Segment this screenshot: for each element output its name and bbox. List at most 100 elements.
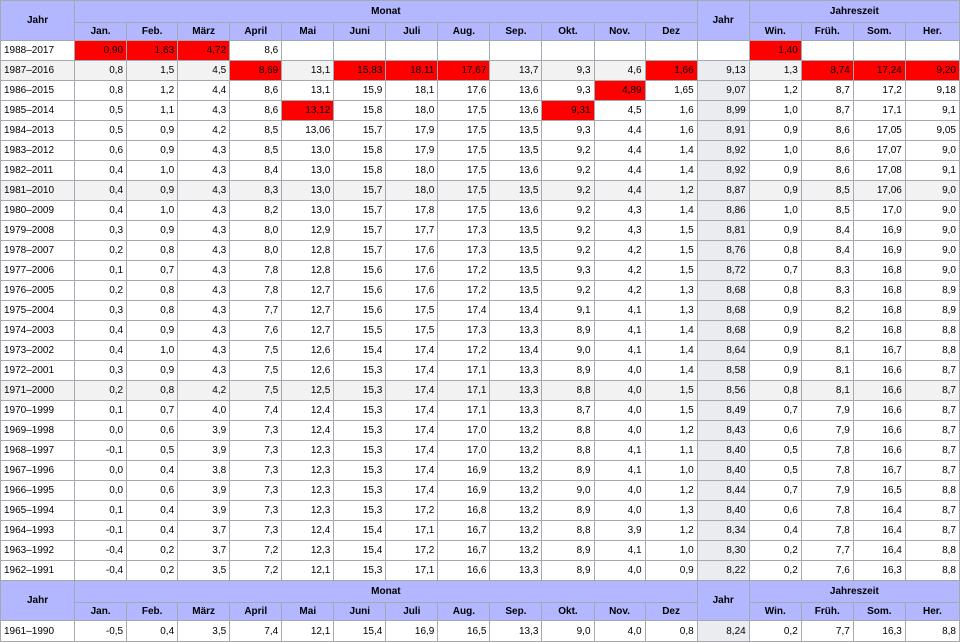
- row-period: 1979–2008: [0, 220, 76, 241]
- cell-month: 0,0: [74, 480, 128, 501]
- cell-month: 17,9: [385, 140, 439, 161]
- cell-month: 0,8: [126, 380, 179, 401]
- cell-year-avg: 8,92: [696, 140, 750, 161]
- cell-season: 7,9: [800, 480, 854, 501]
- cell-month: -0,1: [74, 440, 128, 461]
- cell-month: 4,5: [593, 100, 646, 121]
- cell-month: 0,4: [74, 180, 128, 201]
- cell-month: 3,9: [593, 520, 646, 541]
- cell-month: 1,0: [126, 200, 179, 221]
- cell-month: 1,5: [644, 240, 698, 261]
- cell-month: 4,3: [177, 360, 231, 381]
- cell-month: 13,5: [489, 220, 543, 241]
- cell-month: 0,8: [126, 300, 179, 321]
- cell-year-avg: 8,34: [696, 520, 750, 541]
- cell-month: 17,5: [437, 100, 491, 121]
- cell-month: 7,8: [229, 260, 283, 281]
- cell-month: [281, 40, 335, 61]
- cell-month: 12,5: [281, 380, 335, 401]
- cell-year-avg: 8,22: [696, 560, 750, 581]
- cell-month: 9,2: [541, 180, 595, 201]
- cell-month: 17,4: [385, 340, 439, 361]
- table-body: 1988–2017 0,90 1,63 4,72 8,6 1,40 1987–2016 0,8…: [0, 40, 960, 581]
- cell-month: 1,66: [644, 60, 698, 81]
- cell-year-avg: 8,49: [696, 400, 750, 421]
- cell-month: 17,1: [437, 360, 491, 381]
- cell-month: 1,2: [644, 420, 698, 441]
- cell-season: 0,7: [748, 260, 802, 281]
- cell-season: [800, 40, 854, 61]
- cell-season: 0,9: [748, 360, 802, 381]
- cell-month: 15,3: [333, 560, 387, 581]
- cell-month: 1,2: [644, 520, 698, 541]
- cell-month: 0,8: [74, 80, 128, 101]
- cell-year-avg: 8,99: [696, 100, 750, 121]
- cell-month: 17,2: [385, 540, 439, 561]
- cell-month: 4,6: [593, 60, 646, 81]
- cell-month: 4,3: [593, 200, 646, 221]
- cell-season: 8,5: [800, 180, 854, 201]
- col-header-jahr-avg: Jahr: [696, 0, 750, 41]
- cell-month: 4,1: [593, 540, 646, 561]
- cell-month: 7,5: [229, 340, 283, 361]
- cell-season: 1,0: [748, 140, 802, 161]
- cell-month: 17,3: [437, 240, 491, 261]
- col-header-month: Dez: [644, 22, 698, 41]
- cell-month: 17,0: [437, 420, 491, 441]
- cell-season: 16,3: [852, 620, 906, 642]
- table-row: 1985–2014 0,5 1,1 4,3 8,6 13,12 15,8 18,0 17,5 13…: [0, 100, 960, 121]
- cell-season: 7,6: [800, 560, 854, 581]
- cell-month: 7,4: [229, 400, 283, 421]
- table-row: 1982–2011 0,4 1,0 4,3 8,4 13,0 15,8 18,0 17,5 13,…: [0, 160, 960, 181]
- cell-month: 12,7: [281, 300, 335, 321]
- table-row: 1981–2010 0,4 0,9 4,3 8,3 13,0 15,7 18,0 17,5 13,…: [0, 180, 960, 201]
- cell-month: 0,1: [74, 500, 128, 521]
- cell-month: 4,0: [593, 380, 646, 401]
- cell-month: 13,2: [489, 440, 543, 461]
- row-period: 1978–2007: [0, 240, 76, 261]
- cell-month: 1,5: [644, 400, 698, 421]
- col-header-month: Nov.: [593, 602, 646, 621]
- cell-month: 1,4: [644, 360, 698, 381]
- cell-month: 13,3: [489, 380, 543, 401]
- cell-season: 8,9: [904, 280, 960, 301]
- cell-month: 0,1: [74, 400, 128, 421]
- cell-month: 3,9: [177, 420, 231, 441]
- table-footer: Jahr Monat Jahr Jahreszeit Jan. Feb. Mär…: [0, 580, 960, 642]
- cell-month: 1,0: [126, 340, 179, 361]
- cell-season: 8,7: [800, 100, 854, 121]
- cell-season: 8,7: [904, 420, 960, 441]
- cell-season: 9,0: [904, 140, 960, 161]
- cell-month: 17,5: [437, 140, 491, 161]
- cell-month: 18,0: [385, 180, 439, 201]
- cell-season: 8,7: [904, 520, 960, 541]
- cell-season: 16,8: [852, 280, 906, 301]
- cell-season: 1,3: [748, 60, 802, 81]
- cell-month: 3,7: [177, 520, 231, 541]
- cell-month: 13,3: [489, 360, 543, 381]
- cell-season: 0,7: [748, 480, 802, 501]
- cell-month: 8,6: [229, 80, 283, 101]
- cell-month: 9,2: [541, 280, 595, 301]
- cell-month: 1,1: [126, 100, 179, 121]
- cell-season: 0,9: [748, 340, 802, 361]
- cell-month: 13,0: [281, 160, 335, 181]
- col-header-month: Okt.: [541, 22, 595, 41]
- cell-year-avg: 8,86: [696, 200, 750, 221]
- cell-month: 17,5: [437, 120, 491, 141]
- cell-month: 13,0: [281, 200, 335, 221]
- cell-month: 0,0: [74, 460, 128, 481]
- col-header-jahr: Jahr: [0, 0, 76, 41]
- cell-season: 8,8: [904, 320, 960, 341]
- cell-month: 13,5: [489, 280, 543, 301]
- cell-month: 12,1: [281, 620, 335, 642]
- row-period: 1973–2002: [0, 340, 76, 361]
- col-header-month: Dez: [644, 602, 698, 621]
- cell-month: 17,1: [385, 520, 439, 541]
- cell-season: 9,05: [904, 120, 960, 141]
- cell-season: 8,4: [800, 220, 854, 241]
- cell-month: 8,5: [229, 120, 283, 141]
- cell-month: 0,4: [126, 460, 179, 481]
- cell-month: 0,4: [74, 320, 128, 341]
- cell-month: 1,63: [126, 40, 179, 61]
